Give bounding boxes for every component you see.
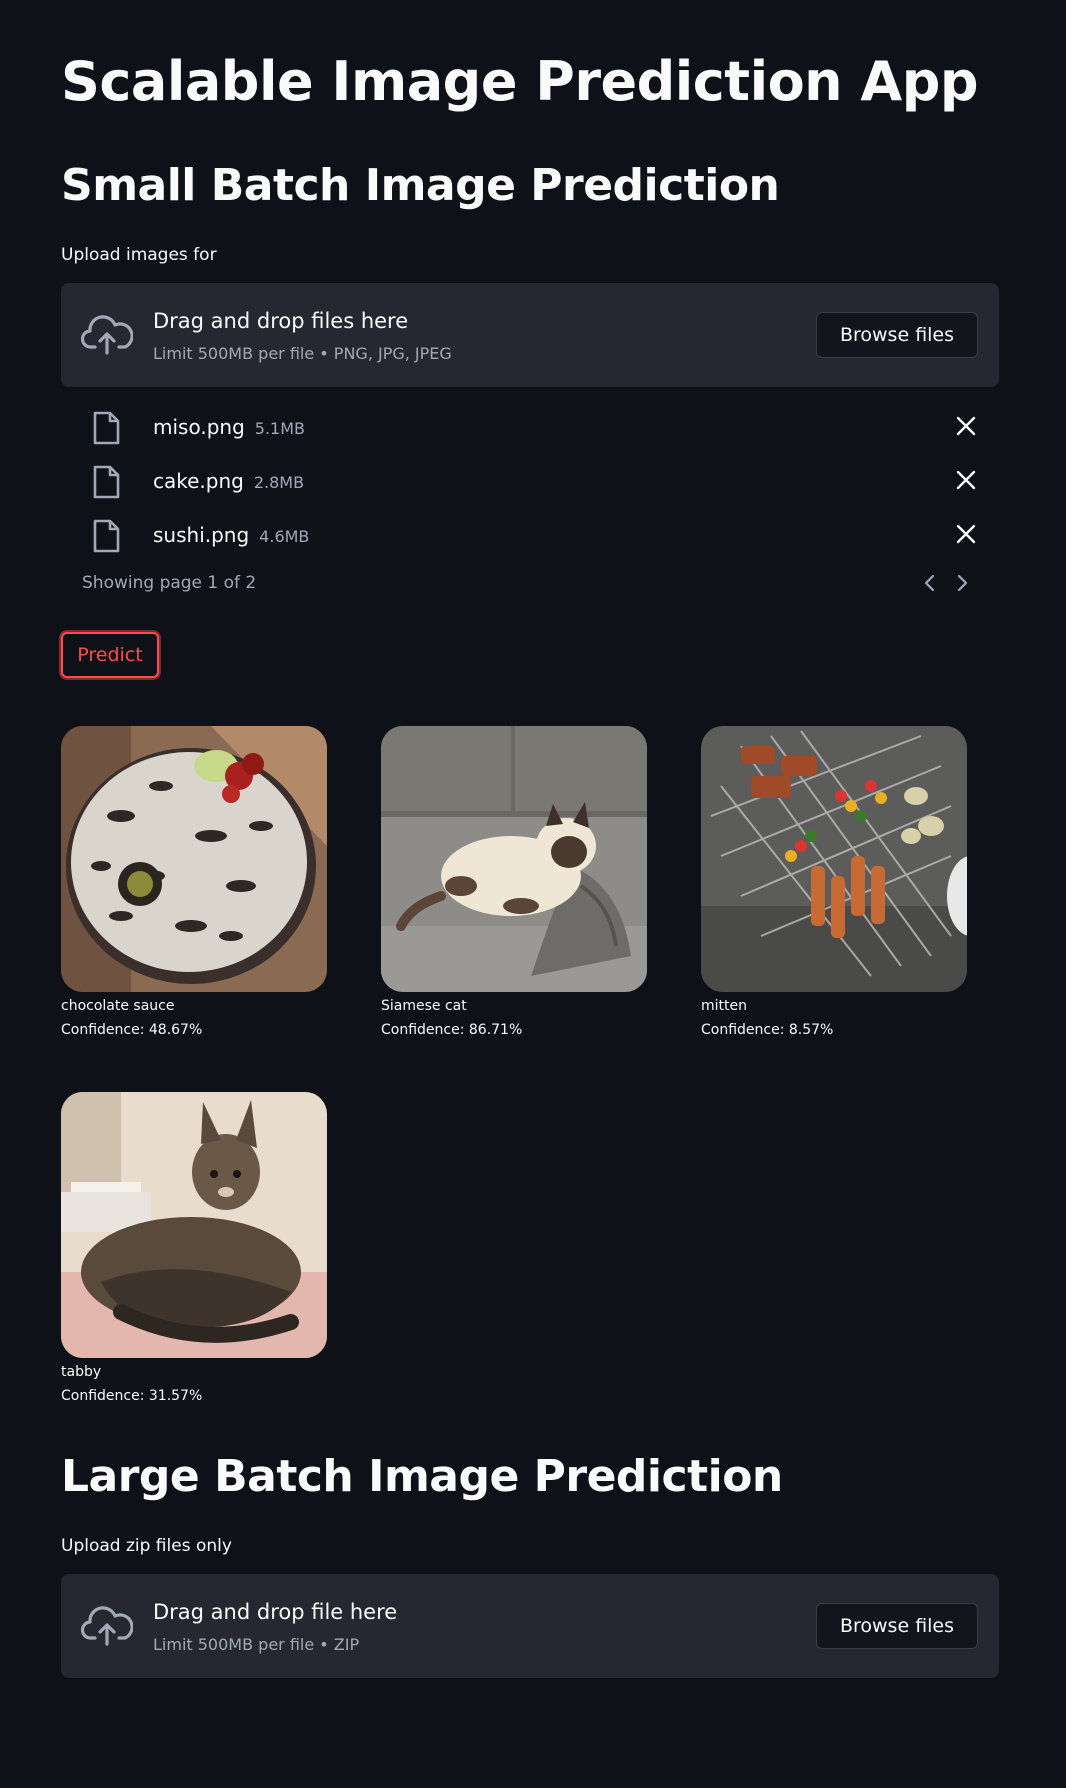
file-size: 2.8MB [253,473,305,492]
cake-image [61,726,327,992]
file-size: 5.1MB [254,419,306,438]
prediction-confidence: Confidence: 48.67% [61,1022,203,1038]
prediction-label: Siamese cat [381,998,467,1014]
large-batch-upload-label: Upload zip files only [61,1536,232,1556]
file-size: 4.6MB [259,527,310,546]
prediction-card: mitten Confidence: 8.57% [701,726,967,1038]
tabby-cat-image [61,1092,327,1358]
prediction-card: tabby Confidence: 31.57% [61,1092,327,1404]
file-icon [93,519,120,553]
prediction-confidence: Confidence: 31.57% [61,1388,203,1404]
small-batch-upload-label: Upload images for [61,245,217,265]
browse-files-button[interactable]: Browse files [816,312,978,358]
dropzone-limit-text: Limit 500MB per file • ZIP [153,1635,360,1654]
file-icon [93,465,120,499]
large-batch-heading: Large Batch Image Prediction [61,1451,783,1502]
siamese-cat-image [381,726,647,992]
predict-button[interactable]: Predict [61,632,159,678]
small-batch-dropzone[interactable]: Drag and drop files here Limit 500MB per… [61,283,999,387]
uploaded-file-row: miso.png 5.1MB [61,403,999,457]
prediction-confidence: Confidence: 86.71% [381,1022,523,1038]
chevron-left-icon[interactable] [921,572,939,594]
file-icon [93,411,120,445]
close-icon[interactable] [955,523,977,545]
cloud-upload-icon [81,1606,133,1646]
prediction-confidence: Confidence: 8.57% [701,1022,834,1038]
prediction-card: Siamese cat Confidence: 86.71% [381,726,647,1038]
dropzone-title: Drag and drop files here [153,309,409,333]
prediction-card: chocolate sauce Confidence: 48.67% [61,726,327,1038]
file-name: miso.png [153,415,245,439]
browse-files-button[interactable]: Browse files [816,1603,978,1649]
close-icon[interactable] [955,415,977,437]
file-name: cake.png [153,469,244,493]
prediction-label: chocolate sauce [61,998,175,1014]
prediction-label: mitten [701,998,747,1014]
file-name: sushi.png [153,523,250,547]
small-batch-heading: Small Batch Image Prediction [61,160,780,211]
uploaded-file-row: sushi.png 4.6MB [61,511,999,565]
dropzone-title: Drag and drop file here [153,1600,398,1624]
dropzone-limit-text: Limit 500MB per file • PNG, JPG, JPEG [153,344,452,363]
pagination-text: Showing page 1 of 2 [82,573,257,593]
grill-skewers-image [701,726,967,992]
prediction-label: tabby [61,1364,102,1380]
large-batch-dropzone[interactable]: Drag and drop file here Limit 500MB per … [61,1574,999,1678]
uploaded-file-row: cake.png 2.8MB [61,457,999,511]
page-title: Scalable Image Prediction App [61,50,979,113]
close-icon[interactable] [955,469,977,491]
cloud-upload-icon [81,315,133,355]
chevron-right-icon[interactable] [953,572,971,594]
